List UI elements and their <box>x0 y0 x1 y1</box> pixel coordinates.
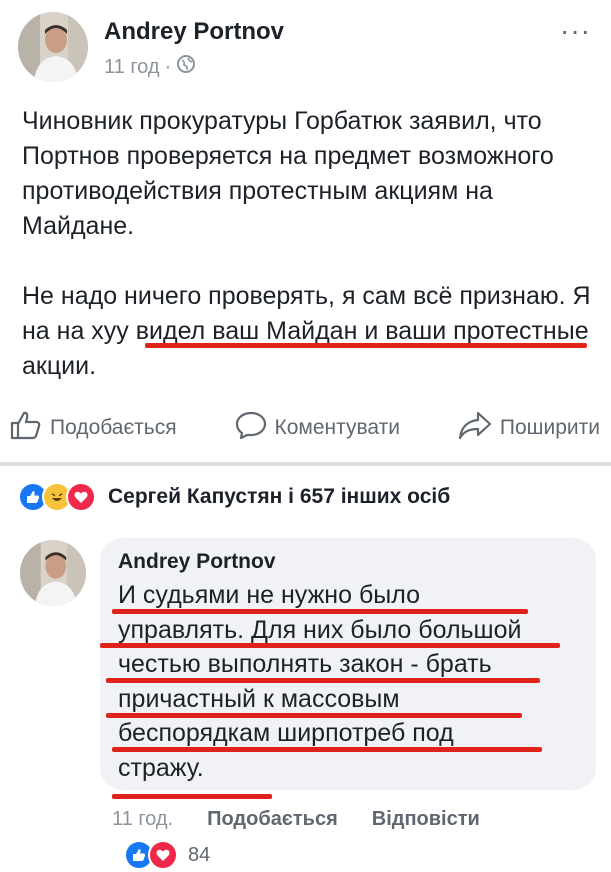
globe-icon <box>176 54 196 80</box>
comment-like-button[interactable]: Подобається <box>207 808 338 831</box>
post-header: Andrey Portnov 11 год · ··· <box>18 12 603 84</box>
comment-bubble: Andrey Portnov И судьями не нужно было у… <box>100 538 596 790</box>
post-meta: 11 год · <box>104 54 196 80</box>
comment-author[interactable]: Andrey Portnov <box>118 550 276 574</box>
more-icon[interactable]: ··· <box>560 17 591 45</box>
comment-reply-button[interactable]: Відповісти <box>372 808 480 831</box>
post-time[interactable]: 11 год <box>104 56 160 79</box>
post-paragraph-2: Не надо ничего проверять, я сам всё приз… <box>22 279 592 384</box>
comment-avatar[interactable] <box>20 540 86 606</box>
comment-line: И судьями не нужно было <box>118 581 421 609</box>
reactions-summary[interactable]: Сергей Капустян і 657 інших осіб <box>18 482 450 512</box>
share-icon <box>458 410 492 446</box>
comment-line: стражу. <box>118 753 204 782</box>
comment-label: Коментувати <box>274 416 400 439</box>
comment-line: причастный к массовым <box>118 684 400 713</box>
comment-time[interactable]: 11 год. <box>112 808 173 831</box>
red-underline <box>145 343 587 348</box>
red-underline <box>106 678 540 683</box>
post-paragraph-1: Чиновник прокуратуры Горбатюк заявил, чт… <box>22 107 554 240</box>
love-icon <box>66 482 96 512</box>
reaction-icons <box>18 482 96 512</box>
red-underline <box>112 747 542 752</box>
share-button[interactable]: Поширити <box>458 410 600 446</box>
post-actions: Подобається Коментувати Поширити <box>10 408 600 448</box>
like-label: Подобається <box>50 416 177 439</box>
red-underline <box>112 609 528 614</box>
meta-separator: · <box>164 55 172 78</box>
thumb-up-icon <box>10 410 42 446</box>
comment-line: управлять. Для них было большой <box>118 615 522 644</box>
red-underline <box>112 794 272 799</box>
comment-reactions[interactable]: 84 <box>124 840 210 870</box>
divider <box>0 462 611 466</box>
author-name[interactable]: Andrey Portnov <box>104 18 284 46</box>
comment-icon <box>235 410 267 446</box>
love-icon <box>148 840 178 870</box>
share-label: Поширити <box>499 416 600 439</box>
comment-line: беспорядкам ширпотреб под <box>118 719 454 747</box>
comment-actions: 11 год. Подобається Відповісти <box>112 808 480 831</box>
like-button[interactable]: Подобається <box>10 410 177 446</box>
author-avatar[interactable] <box>18 12 88 82</box>
comment-reaction-icons <box>124 840 178 870</box>
reactions-text: Сергей Капустян і 657 інших осіб <box>108 485 451 508</box>
comment-button[interactable]: Коментувати <box>235 410 400 446</box>
red-underline <box>100 643 560 648</box>
comment-reaction-count: 84 <box>188 843 211 866</box>
comment-line: честью выполнять закон - брать <box>118 650 492 678</box>
red-underline <box>106 713 522 718</box>
post-text: Чиновник прокуратуры Горбатюк заявил, чт… <box>22 104 592 384</box>
paragraph-2-start: Не надо ничего проверять, я сам всё приз… <box>22 282 573 310</box>
